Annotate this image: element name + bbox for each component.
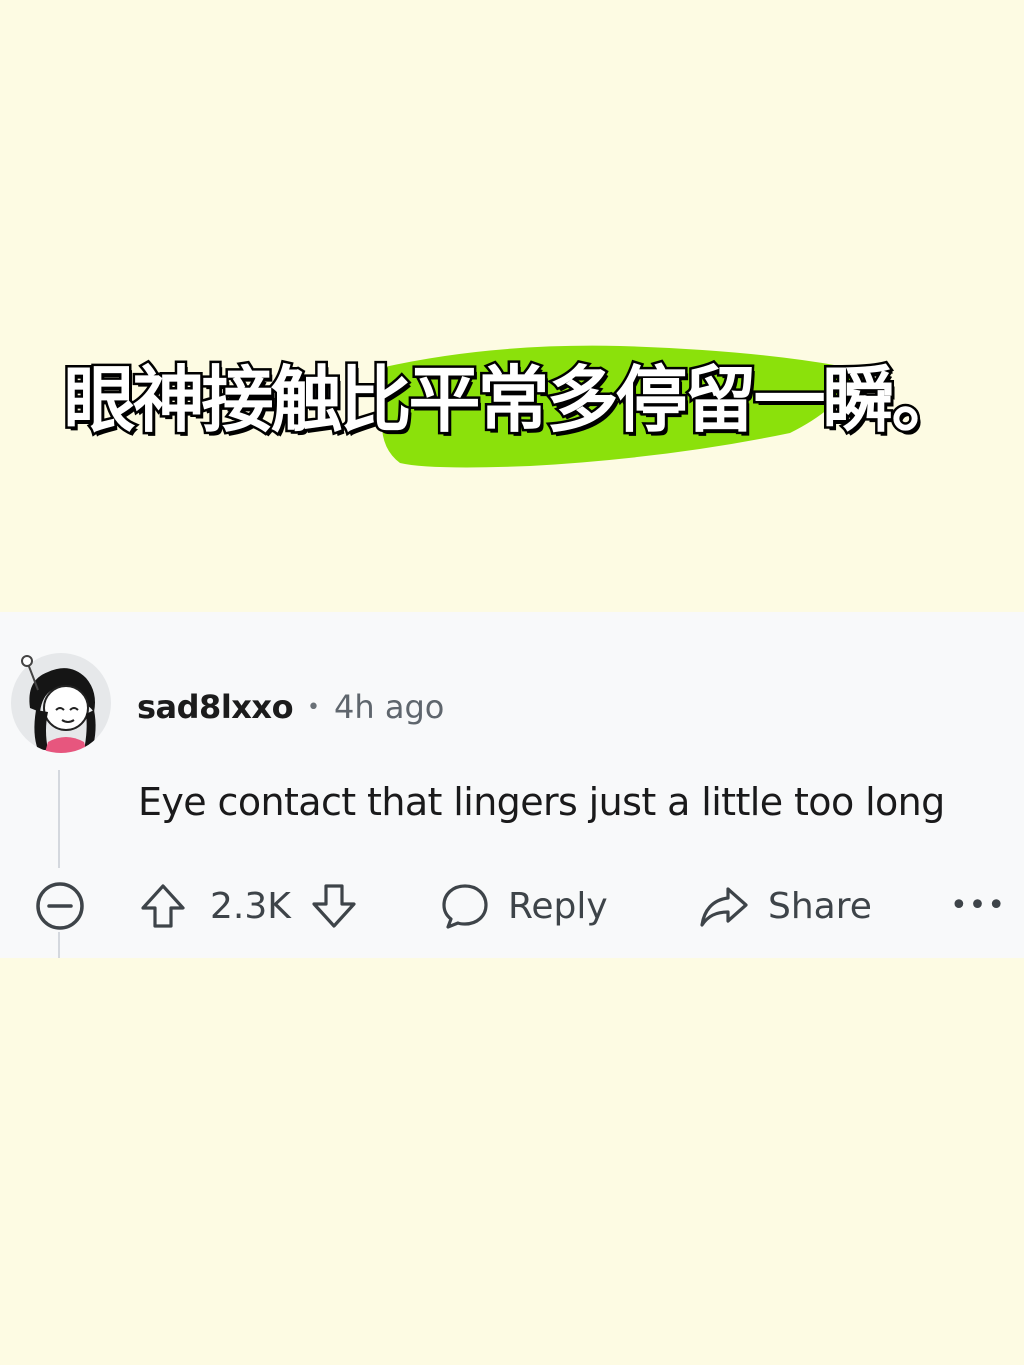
timestamp[interactable]: 4h ago (334, 688, 444, 726)
username-link[interactable]: sad8lxxo (137, 688, 294, 726)
meta-separator: • (307, 694, 321, 720)
reply-label: Reply (508, 885, 608, 927)
comment-body: Eye contact that lingers just a little t… (138, 780, 945, 824)
thread-line-continued (58, 932, 60, 958)
minus-circle-icon[interactable] (34, 880, 86, 932)
comment-meta: sad8lxxo • 4h ago (137, 684, 444, 730)
avatar[interactable] (8, 650, 114, 756)
share-label: Share (768, 885, 872, 927)
share-button[interactable]: Share (698, 876, 872, 936)
vote-control: 2.3K (138, 876, 359, 936)
vote-count: 2.3K (210, 885, 291, 927)
arrow-up-icon[interactable] (138, 881, 188, 931)
arrow-down-icon[interactable] (309, 881, 359, 931)
share-arrow-icon (700, 887, 748, 927)
speech-bubble-icon (442, 884, 488, 929)
thread-line[interactable] (58, 770, 60, 868)
reply-button[interactable]: Reply (440, 876, 608, 936)
more-options-button[interactable]: ••• (950, 888, 1005, 923)
headline-title: 眼神接触比平常多停留一瞬。 (61, 356, 966, 445)
